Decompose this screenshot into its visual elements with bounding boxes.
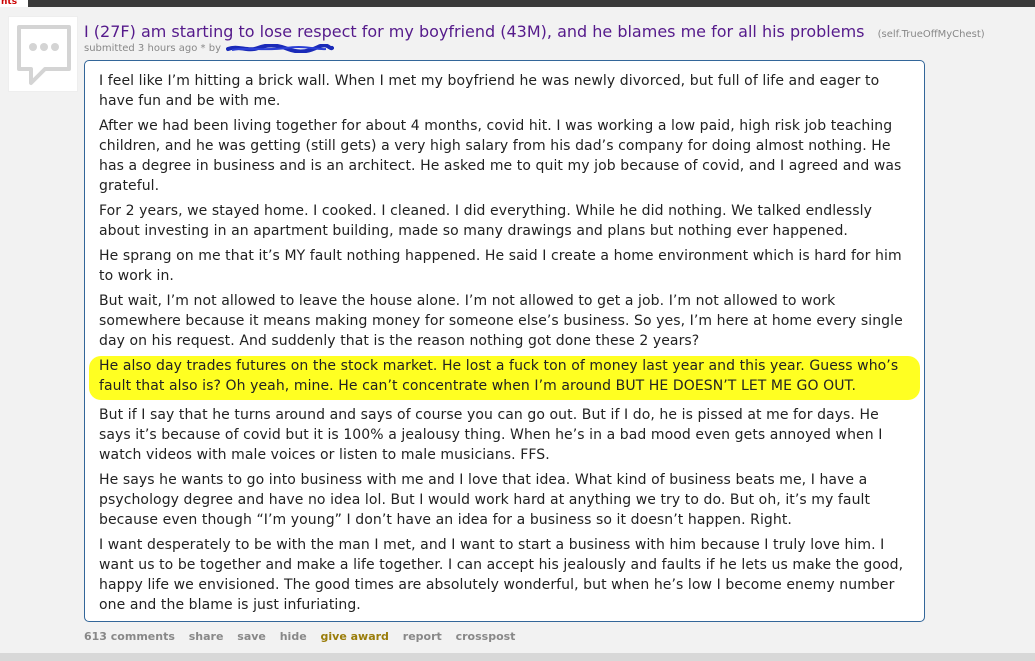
selftext-paragraph-8: He says he wants to go into business wit… — [99, 472, 871, 528]
selftext-paragraph-1: I feel like I’m hitting a brick wall. Wh… — [99, 73, 880, 109]
post-thumbnail[interactable] — [8, 16, 78, 92]
header-tab[interactable]: nts — [0, 0, 28, 7]
selftext-paragraph-2: After we had been living together for ab… — [99, 118, 902, 194]
report-button[interactable]: report — [403, 630, 442, 643]
crosspost-button[interactable]: crosspost — [456, 630, 516, 643]
post-domain[interactable]: (self.TrueOffMyChest) — [878, 29, 985, 40]
selftext-paragraph-6-highlighted: He also day trades futures on the stock … — [89, 356, 920, 400]
post-tagline: submitted 3 hours ago * by — [84, 43, 335, 54]
selftext-paragraph-9: I want desperately to be with the man I … — [99, 537, 904, 613]
selftext-paragraph-7: But if I say that he turns around and sa… — [99, 407, 883, 463]
selftext-paragraph-5: But wait, I’m not allowed to leave the h… — [99, 293, 903, 349]
top-bar: nts — [0, 0, 1035, 7]
speech-bubble-icon — [17, 25, 71, 85]
give-award-button[interactable]: give award — [321, 630, 389, 643]
tagline-text: submitted 3 hours ago * by — [84, 43, 221, 54]
bottom-divider — [0, 653, 1035, 661]
save-button[interactable]: save — [237, 630, 266, 643]
post-title-row: I (27F) am starting to lose respect for … — [84, 22, 1029, 41]
comments-link[interactable]: 613 comments — [84, 630, 175, 643]
hide-button[interactable]: hide — [280, 630, 307, 643]
post-selftext: I feel like I’m hitting a brick wall. Wh… — [84, 60, 925, 622]
redacted-username-scribble — [226, 43, 335, 53]
post-title-link[interactable]: I (27F) am starting to lose respect for … — [84, 22, 865, 41]
post-action-buttons: 613 comments share save hide give award … — [84, 630, 525, 643]
share-button[interactable]: share — [189, 630, 224, 643]
selftext-paragraph-4: He sprang on me that it’s MY fault nothi… — [99, 248, 902, 284]
selftext-paragraph-3: For 2 years, we stayed home. I cooked. I… — [99, 203, 872, 239]
